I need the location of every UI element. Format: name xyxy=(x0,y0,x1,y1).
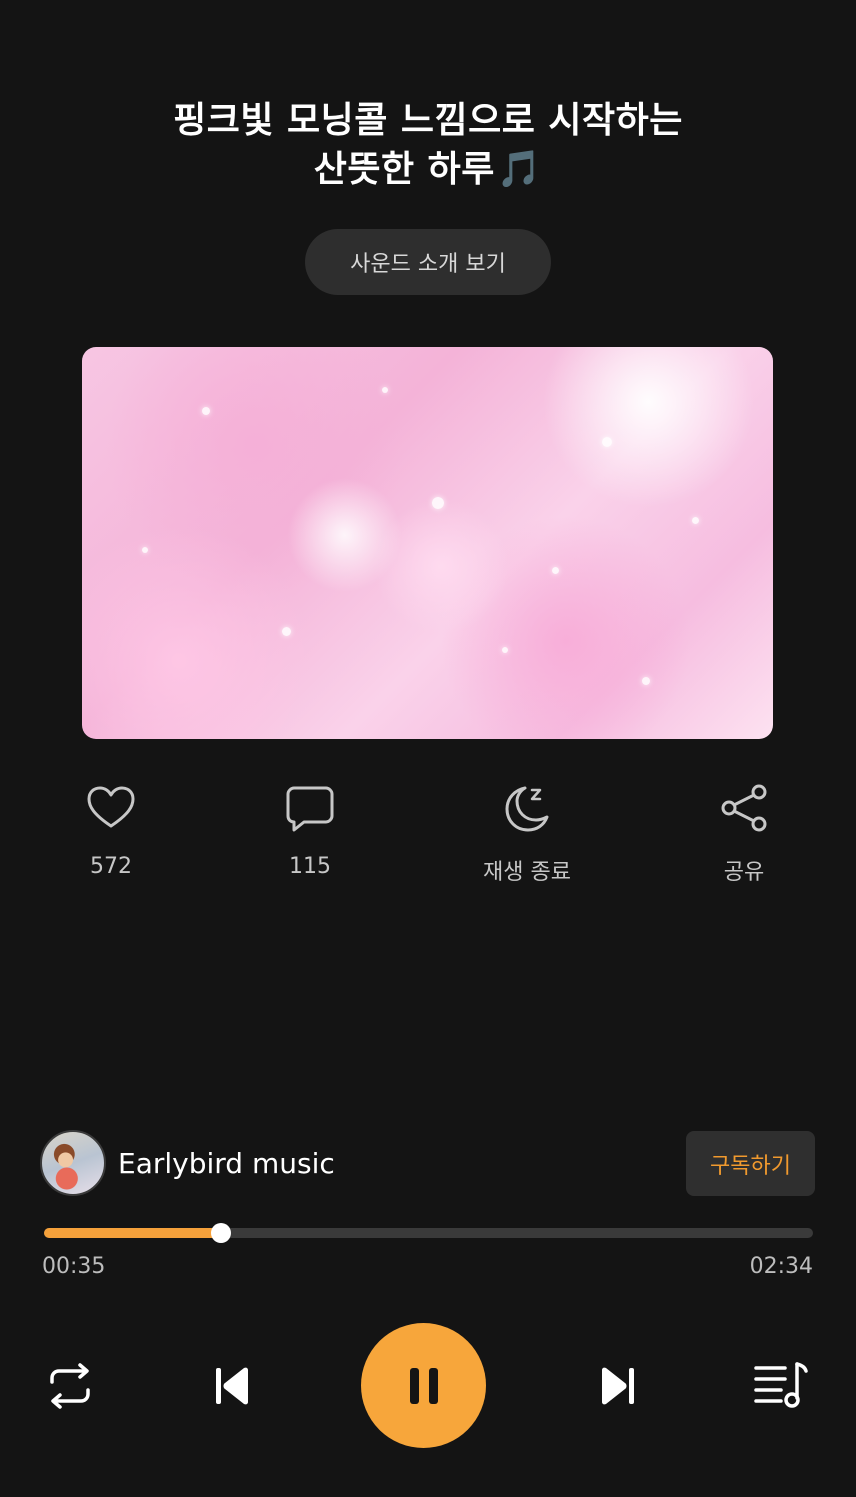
sleep-timer-label: 재생 종료 xyxy=(483,860,571,885)
sound-intro-button[interactable]: 사운드 소개 보기 xyxy=(305,229,551,295)
sleep-timer-button[interactable]: 재생 종료 xyxy=(447,780,607,886)
progress-fill xyxy=(44,1228,221,1238)
subscribe-button[interactable]: 구독하기 xyxy=(686,1131,815,1196)
like-button[interactable]: 572 xyxy=(31,780,191,879)
next-button[interactable] xyxy=(588,1356,648,1416)
share-label: 공유 xyxy=(723,860,765,885)
repeat-icon xyxy=(50,1363,90,1409)
music-note-emoji: 🎵 xyxy=(496,149,543,190)
playlist-icon xyxy=(754,1362,808,1408)
cover-artwork xyxy=(82,347,773,739)
share-button[interactable]: 공유 xyxy=(664,780,824,886)
channel-info[interactable]: Earlybird music xyxy=(40,1130,335,1196)
heart-icon xyxy=(87,786,135,828)
comment-icon xyxy=(286,786,334,832)
total-time: 02:34 xyxy=(749,1254,813,1279)
pause-icon xyxy=(409,1367,438,1404)
sound-title-line-2: 산뜻한 하루🎵 xyxy=(0,145,856,194)
moon-zz-icon xyxy=(505,786,549,832)
channel-name[interactable]: Earlybird music xyxy=(118,1147,335,1180)
channel-avatar[interactable] xyxy=(40,1130,106,1196)
pause-button[interactable] xyxy=(361,1323,486,1448)
action-bar: 572 115 재생 종료 공유 xyxy=(0,780,856,900)
comment-count: 115 xyxy=(289,854,331,879)
share-icon xyxy=(721,784,767,832)
sound-title: 핑크빛 모닝콜 느낌으로 시작하는 산뜻한 하루🎵 xyxy=(0,96,856,194)
sound-title-line-1: 핑크빛 모닝콜 느낌으로 시작하는 xyxy=(173,100,683,141)
current-time: 00:35 xyxy=(42,1254,106,1279)
comment-button[interactable]: 115 xyxy=(230,780,390,879)
skip-next-icon xyxy=(602,1367,634,1405)
sound-title-line-2-text: 산뜻한 하루 xyxy=(313,149,495,190)
progress-thumb[interactable] xyxy=(210,1223,231,1243)
previous-button[interactable] xyxy=(202,1356,262,1416)
progress-bar[interactable] xyxy=(44,1223,813,1243)
like-count: 572 xyxy=(90,854,132,879)
playlist-button[interactable] xyxy=(751,1356,811,1416)
skip-previous-icon xyxy=(216,1367,248,1405)
repeat-button[interactable] xyxy=(40,1356,100,1416)
